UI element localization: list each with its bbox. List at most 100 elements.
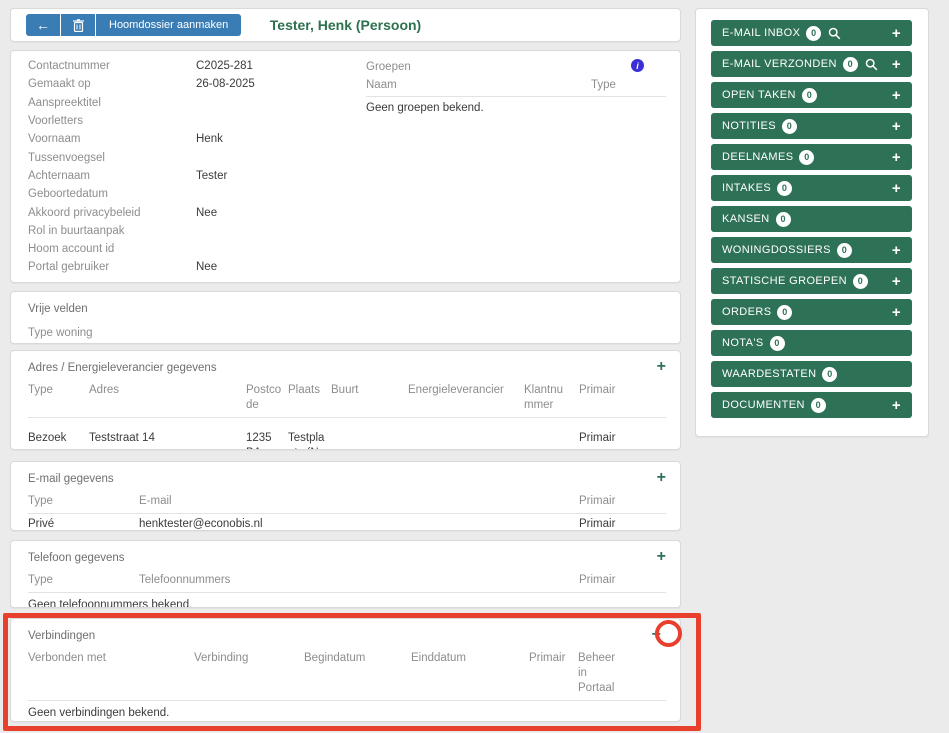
field-value: Henk (196, 133, 223, 145)
sidebar-item-woningdossiers[interactable]: WONINGDOSSIERS 0 + (711, 237, 912, 263)
search-icon[interactable] (828, 27, 841, 40)
sidebar-item-label: DOCUMENTEN (722, 399, 805, 411)
field-label: Rol in buurtaanpak (28, 225, 196, 237)
field-label: Aanspreektitel (28, 97, 196, 109)
table-row[interactable]: Bezoek Teststraat 14 1235 BA Testplaats … (28, 426, 666, 450)
field-row: ContactnummerC2025-281 (28, 57, 358, 75)
column-header: Postcode (246, 383, 288, 413)
count-badge: 0 (770, 336, 785, 351)
expand-plus-icon[interactable]: + (892, 273, 901, 290)
sidebar-item-label: DEELNAMES (722, 151, 793, 163)
sidebar-item-email-inbox[interactable]: E-MAIL INBOX 0 + (711, 20, 912, 46)
add-email-button[interactable]: + (657, 470, 666, 486)
field-row: Gemaakt op26-08-2025 (28, 75, 358, 93)
field-label: Hoom account id (28, 243, 196, 255)
expand-plus-icon[interactable]: + (892, 87, 901, 104)
column-header: Einddatum (411, 651, 529, 696)
expand-plus-icon[interactable]: + (892, 56, 901, 73)
groups-block: Groepen i Naam Type Geen groepen bekend. (366, 57, 666, 114)
sidebar-item-orders[interactable]: ORDERS 0 + (711, 299, 912, 325)
section-title: E-mail gegevens (28, 470, 114, 485)
field-row: Geboortedatum (28, 185, 358, 203)
count-badge: 0 (776, 212, 791, 227)
sidebar-item-label: NOTA'S (722, 337, 764, 349)
field-value: 26-08-2025 (196, 78, 255, 90)
add-phone-button[interactable]: + (657, 549, 666, 565)
cell-energieleverancier (408, 431, 524, 450)
column-header: Primair (529, 651, 578, 696)
sidebar-item-kansen[interactable]: KANSEN 0 (711, 206, 912, 232)
field-row: Rol in buurtaanpak (28, 222, 358, 240)
field-label: Tussenvoegsel (28, 152, 196, 164)
expand-plus-icon[interactable]: + (892, 304, 901, 321)
column-header: Primair (579, 573, 666, 588)
field-row: Akkoord privacybeleidNee (28, 203, 358, 221)
expand-plus-icon[interactable]: + (892, 149, 901, 166)
field-label: Voornaam (28, 133, 196, 145)
column-header: Telefoonnummers (139, 573, 579, 588)
count-badge: 0 (777, 305, 792, 320)
sidebar-item-waardestaten[interactable]: WAARDESTATEN 0 (711, 361, 912, 387)
sidebar-panel: E-MAIL INBOX 0 + E-MAIL VERZONDEN 0 + OP… (695, 8, 929, 437)
field-value: C2025-281 (196, 60, 253, 72)
sidebar-item-label: E-MAIL INBOX (722, 27, 800, 39)
field-row: Tussenvoegsel (28, 148, 358, 166)
phone-empty-state: Geen telefoonnummers bekend. (28, 593, 666, 608)
add-connection-button[interactable]: + (652, 627, 661, 643)
sidebar-item-intakes[interactable]: INTAKES 0 + (711, 175, 912, 201)
page-header: Tester, Henk (Persoon) ← Hoomdossier aan… (10, 8, 681, 42)
column-header: Plaats (288, 383, 331, 413)
column-header: Beheer in Portaal (578, 651, 628, 696)
column-header: Energieleverancier (408, 383, 524, 413)
sidebar-item-label: WONINGDOSSIERS (722, 244, 831, 256)
column-header: Type (28, 494, 139, 509)
count-badge: 0 (799, 150, 814, 165)
info-icon[interactable]: i (631, 59, 644, 72)
field-value: Nee (196, 261, 217, 273)
field-label: Gemaakt op (28, 78, 196, 90)
sidebar-item-label: NOTITIES (722, 120, 776, 132)
page-title: Tester, Henk (Persoon) (11, 17, 680, 33)
sidebar-item-label: INTAKES (722, 182, 771, 194)
count-badge: 0 (822, 367, 837, 382)
sidebar-item-statische-groepen[interactable]: STATISCHE GROEPEN 0 + (711, 268, 912, 294)
field-label: Portal gebruiker (28, 261, 196, 273)
person-details-panel: ContactnummerC2025-281 Gemaakt op26-08-2… (10, 50, 681, 283)
sidebar-item-email-verzonden[interactable]: E-MAIL VERZONDEN 0 + (711, 51, 912, 77)
cell-klantnummer (524, 431, 579, 450)
sidebar-item-notities[interactable]: NOTITIES 0 + (711, 113, 912, 139)
sidebar-item-documenten[interactable]: DOCUMENTEN 0 + (711, 392, 912, 418)
field-label: Achternaam (28, 170, 196, 182)
section-title: Vrije velden (28, 300, 88, 315)
expand-plus-icon[interactable]: + (892, 25, 901, 42)
expand-plus-icon[interactable]: + (892, 242, 901, 259)
table-row[interactable]: Privé henktester@econobis.nl Primair (28, 514, 666, 531)
sidebar-item-open-taken[interactable]: OPEN TAKEN 0 + (711, 82, 912, 108)
field-row: Hoom account id (28, 240, 358, 258)
free-fields-panel: Vrije velden Type woning (10, 291, 681, 344)
column-header: Begindatum (304, 651, 411, 696)
email-table-header: Type E-mail Primair (28, 494, 666, 514)
cell-type: Bezoek (28, 431, 89, 450)
field-label: Voorletters (28, 115, 196, 127)
expand-plus-icon[interactable]: + (892, 397, 901, 414)
count-badge: 0 (806, 26, 821, 41)
field-label: Akkoord privacybeleid (28, 207, 196, 219)
sidebar-item-deelnames[interactable]: DEELNAMES 0 + (711, 144, 912, 170)
cell-postcode: 1235 BA (246, 431, 288, 450)
column-header: Type (28, 383, 89, 413)
field-row: VoornaamHenk (28, 130, 358, 148)
cell-primair: Primair (579, 431, 666, 450)
expand-plus-icon[interactable]: + (892, 118, 901, 135)
expand-plus-icon[interactable]: + (892, 180, 901, 197)
search-icon[interactable] (865, 58, 878, 71)
count-badge: 0 (811, 398, 826, 413)
column-header: Buurt (331, 383, 408, 413)
field-label: Contactnummer (28, 60, 196, 72)
sidebar-item-notas[interactable]: NOTA'S 0 (711, 330, 912, 356)
column-header: Primair (579, 494, 666, 509)
groups-empty-state: Geen groepen bekend. (366, 97, 666, 114)
add-address-button[interactable]: + (657, 359, 666, 375)
count-badge: 0 (802, 88, 817, 103)
count-badge: 0 (837, 243, 852, 258)
